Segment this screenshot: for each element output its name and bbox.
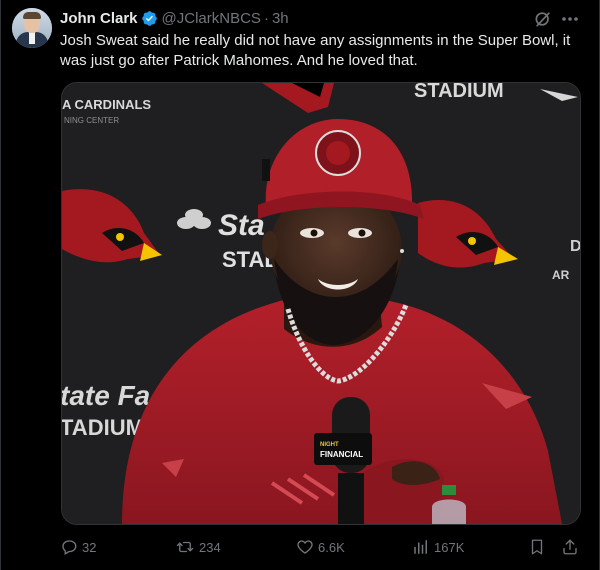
more-icon[interactable] xyxy=(559,9,581,29)
tweet[interactable]: John Clark @JClarkNBCS · 3h Josh Sweat s… xyxy=(0,0,600,570)
tweet-text: Josh Sweat said he really did not have a… xyxy=(60,32,571,69)
tweet-actions: 32 234 6.6K 167K xyxy=(60,530,585,564)
tweet-header: John Clark @JClarkNBCS · 3h xyxy=(60,9,289,27)
repost-count: 234 xyxy=(199,539,221,555)
like-count: 6.6K xyxy=(318,539,345,555)
bookmark-button[interactable] xyxy=(528,530,550,564)
share-button[interactable] xyxy=(561,530,583,564)
like-button[interactable]: 6.6K xyxy=(296,530,345,564)
backdrop-text: A CARDINALS xyxy=(62,97,151,112)
reply-icon xyxy=(62,540,77,555)
backdrop-text: D xyxy=(570,238,580,255)
separator: · xyxy=(263,9,269,27)
author-handle[interactable]: @JClarkNBCS xyxy=(162,10,261,27)
backdrop-text: TADIUM xyxy=(62,415,144,440)
bookmark-icon xyxy=(531,539,543,555)
tweet-image[interactable]: A CARDINALS NING CENTER STADIUM Sta STAL… xyxy=(61,82,581,525)
backdrop-text: AR xyxy=(552,268,570,282)
share-icon xyxy=(563,539,577,555)
repost-icon xyxy=(176,541,194,553)
views-count: 167K xyxy=(434,539,465,555)
heart-icon xyxy=(297,540,313,554)
timestamp[interactable]: 3h xyxy=(272,10,289,27)
avatar[interactable] xyxy=(12,8,52,48)
mic-flag-text: NIGHT xyxy=(320,442,339,448)
backdrop-text: NING CENTER xyxy=(64,116,119,125)
grok-icon[interactable] xyxy=(533,9,553,29)
author-name[interactable]: John Clark xyxy=(60,10,138,27)
views-icon xyxy=(414,540,427,554)
backdrop-text: Sta xyxy=(218,209,265,242)
repost-button[interactable]: 234 xyxy=(175,530,221,564)
mic-flag-text: FINANCIAL xyxy=(320,450,363,459)
verified-badge-icon[interactable] xyxy=(141,10,158,27)
reply-count: 32 xyxy=(82,539,97,555)
backdrop-text: tate Fa xyxy=(62,380,150,411)
views-button[interactable]: 167K xyxy=(412,530,464,564)
backdrop-text: STADIUM xyxy=(414,83,504,102)
reply-button[interactable]: 32 xyxy=(60,530,96,564)
divider xyxy=(0,0,1,570)
